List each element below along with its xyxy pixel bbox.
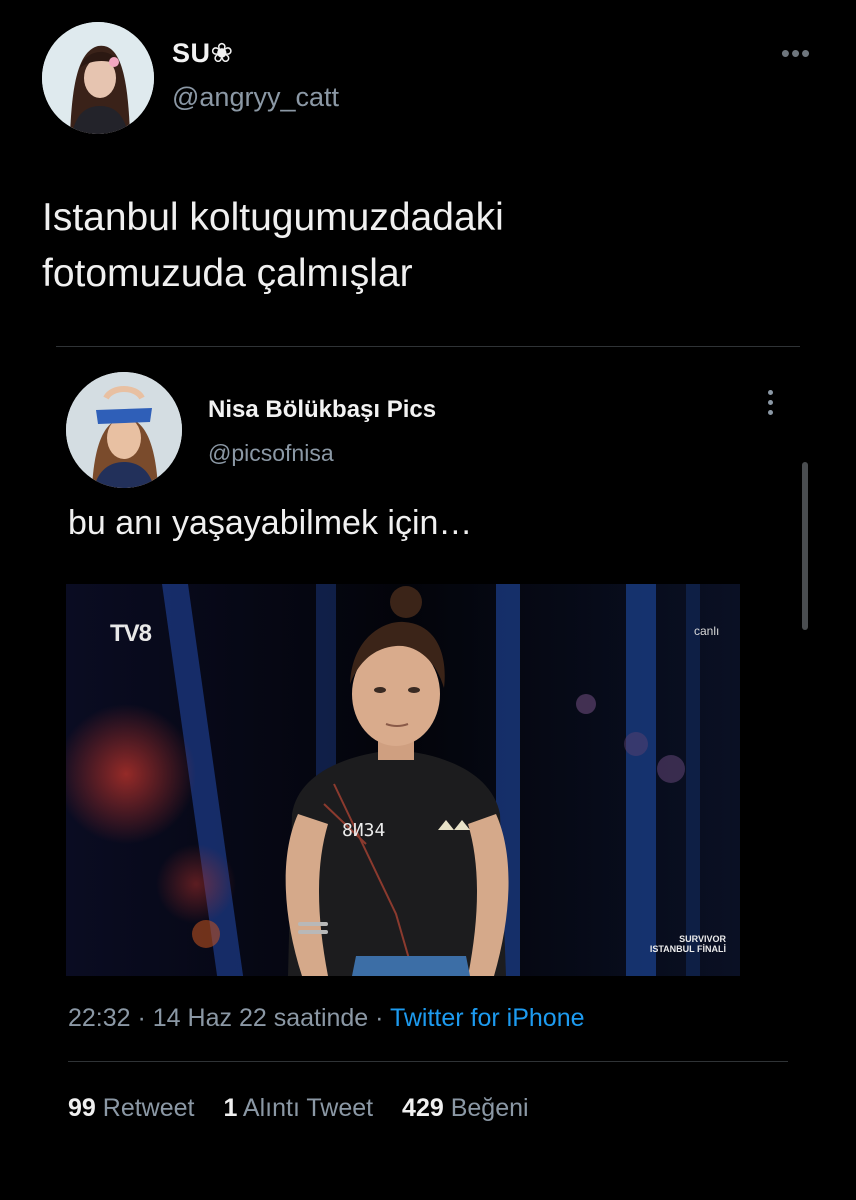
quote-tweets-label: Alıntı Tweet xyxy=(242,1094,374,1122)
more-vertical-icon[interactable] xyxy=(758,390,782,426)
scrollbar[interactable] xyxy=(802,462,808,630)
channel-logo: TV8 xyxy=(110,620,152,647)
tweet-meta: 22:32 · 14 Haz 22 saatinde · Twitter for… xyxy=(68,1004,585,1033)
retweets-count: 99 xyxy=(68,1094,96,1122)
quoted-author-handle[interactable]: @picsofnisa xyxy=(208,440,334,467)
author-handle[interactable]: @angryy_catt xyxy=(172,82,339,113)
likes-count: 429 xyxy=(402,1094,444,1122)
shirt-number: 8ИЗ4 xyxy=(342,820,386,841)
tweet-text-line-2: fotomuzuda çalmışlar xyxy=(42,252,413,295)
author-avatar[interactable] xyxy=(42,22,154,134)
show-title-line-1: SURVIVOR xyxy=(679,934,726,944)
divider-stats xyxy=(68,1061,788,1062)
retweets-label: Retweet xyxy=(102,1094,195,1122)
media-scene xyxy=(66,584,740,976)
show-title-line-2: ISTANBUL FİNALİ xyxy=(649,944,726,954)
tweet-stats: 99 Retweet 1 Alıntı Tweet 429 Beğeni xyxy=(68,1094,551,1123)
retweets-stat[interactable]: 99 Retweet xyxy=(68,1094,194,1122)
live-label: canlı xyxy=(694,624,720,638)
more-horizontal-icon[interactable]: ••• xyxy=(778,38,814,68)
tweet-date[interactable]: 14 Haz 22 saatinde xyxy=(153,1004,368,1032)
quote-tweets-stat[interactable]: 1 Alıntı Tweet xyxy=(223,1094,373,1122)
quoted-author-name[interactable]: Nisa Bölükbaşı Pics xyxy=(208,396,436,424)
show-logo: SURVIVOR ISTANBUL FİNALİ xyxy=(630,934,726,954)
quoted-author-avatar[interactable] xyxy=(66,372,182,488)
tweet-text: Istanbul koltugumuzdadaki fotomuzuda çal… xyxy=(42,190,802,302)
quote-tweets-count: 1 xyxy=(223,1094,238,1122)
meta-separator: · xyxy=(130,1004,153,1032)
meta-separator: · xyxy=(368,1004,390,1032)
likes-stat[interactable]: 429 Beğeni xyxy=(402,1094,529,1122)
tweet-time[interactable]: 22:32 xyxy=(68,1004,131,1032)
tweet-source-link[interactable]: Twitter for iPhone xyxy=(390,1004,585,1032)
likes-label: Beğeni xyxy=(450,1094,529,1122)
author-display-name[interactable]: SU❀ xyxy=(172,38,234,69)
divider-top xyxy=(56,346,800,347)
tweet-text-line-1: Istanbul koltugumuzdadaki xyxy=(42,196,504,239)
quoted-media-image[interactable]: TV8 canlı 8ИЗ4 SURVIVOR ISTANBUL FİNALİ xyxy=(66,584,740,976)
quoted-tweet-text: bu anı yaşayabilmek için… xyxy=(68,504,473,542)
